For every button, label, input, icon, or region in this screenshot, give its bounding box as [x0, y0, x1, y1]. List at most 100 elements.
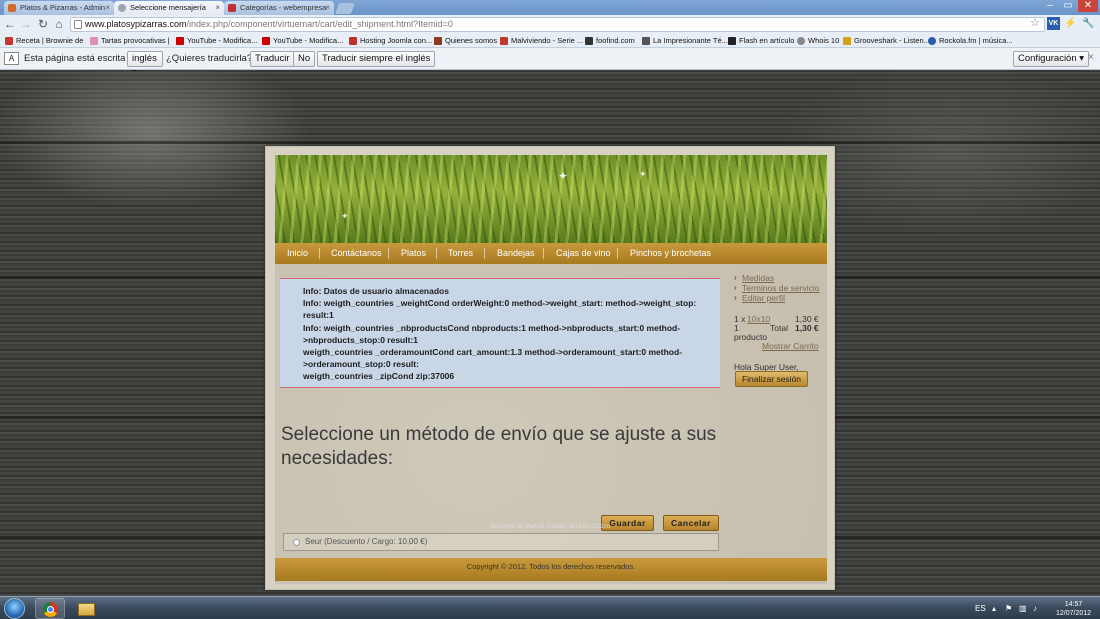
- header-banner: ✦ ✦ ✦: [275, 155, 827, 243]
- tab-platos-admin[interactable]: Platos & Pizarras - Admin ×: [4, 1, 114, 15]
- bookmark-item[interactable]: Hosting Joomla con...: [349, 36, 432, 46]
- shipping-option-label: Seur (Descuento / Cargo: 10,00 €): [305, 537, 428, 546]
- info-line: weigth_countries _orderamountCond cart_a…: [303, 347, 683, 358]
- no-translate-button[interactable]: No: [293, 51, 316, 67]
- bookmark-item[interactable]: Rockola.fm | música...: [928, 36, 1013, 46]
- vk-extension-icon[interactable]: VK: [1047, 17, 1060, 30]
- clock[interactable]: 14:57 12/07/2012: [1056, 600, 1091, 618]
- bookmark-star-icon[interactable]: ☆: [1030, 16, 1040, 29]
- wrench-icon[interactable]: 🔧: [1082, 17, 1095, 30]
- bookmark-item[interactable]: La Impresionante Té...: [642, 36, 728, 46]
- cart-item-link[interactable]: 10x10: [747, 314, 770, 324]
- nav-torres[interactable]: Torres: [448, 248, 473, 258]
- config-button[interactable]: Configuración ▾: [1013, 51, 1090, 67]
- bookmark-item[interactable]: foofind.com: [585, 36, 635, 46]
- nav-divider: [319, 248, 320, 259]
- explorer-taskbar-button[interactable]: [70, 598, 100, 619]
- favicon-icon: [118, 4, 126, 12]
- shipping-option[interactable]: Seur (Descuento / Cargo: 10,00 €): [283, 533, 719, 551]
- back-arrow-icon[interactable]: ←: [3, 17, 17, 31]
- language-indicator[interactable]: ES: [975, 604, 986, 613]
- close-translate-icon[interactable]: ×: [1088, 52, 1094, 63]
- clock-time: 14:57: [1064, 601, 1083, 608]
- info-line: Info: weigth_countries _nbproductsCond n…: [303, 322, 681, 333]
- bookmark-favicon-icon: [585, 37, 593, 45]
- browser-tab-strip: Platos & Pizarras - Admin × Seleccione m…: [0, 0, 1100, 15]
- bookmark-item[interactable]: Tartas provocativas |: [90, 36, 170, 46]
- folder-icon: [78, 603, 95, 616]
- youtube-icon: [176, 37, 184, 45]
- chrome-taskbar-button[interactable]: [35, 598, 65, 619]
- browser-toolbar: ← → ↻ ⌂ www.platosypizarras.com/index.ph…: [0, 15, 1100, 34]
- close-tab-icon[interactable]: ×: [325, 1, 330, 14]
- taskbar: ES ▴ ⚑ ▥ ♪ 14:57 12/07/2012: [0, 596, 1100, 619]
- reload-icon[interactable]: ↻: [36, 17, 50, 31]
- chevron-right-icon: ›: [734, 273, 737, 282]
- bookmark-favicon-icon: [642, 37, 650, 45]
- logout-button[interactable]: Finalizar sesión: [735, 371, 808, 387]
- bookmark-item[interactable]: Quienes somos: [434, 36, 497, 46]
- bookmark-item[interactable]: YouTube - Modifica...: [262, 36, 343, 46]
- chrome-icon-center: [47, 606, 54, 613]
- nav-divider: [543, 248, 544, 259]
- tab-categorias[interactable]: Categorías - webempresa ×: [224, 1, 334, 15]
- tab-label: Seleccione mensajería: [130, 3, 206, 12]
- shipping-radio[interactable]: [293, 539, 300, 546]
- maximize-button[interactable]: ▭: [1060, 0, 1076, 12]
- bookmark-favicon-icon: [5, 37, 13, 45]
- bookmarks-bar: Receta | Brownie de Tartas provocativas …: [0, 34, 1100, 48]
- address-bar[interactable]: www.platosypizarras.com/index.php/compon…: [70, 17, 1045, 32]
- nav-inicio[interactable]: Inicio: [287, 248, 308, 258]
- tray-expand-icon[interactable]: ▴: [992, 604, 996, 613]
- show-cart-link[interactable]: Mostrar Carrito: [762, 341, 819, 351]
- chevron-right-icon: ›: [734, 283, 737, 292]
- bookmark-item[interactable]: Grooveshark - Listen...: [843, 36, 930, 46]
- network-icon[interactable]: ▥: [1019, 604, 1027, 613]
- url-host: www.platosypizarras.com: [85, 19, 187, 29]
- bookmark-item[interactable]: YouTube - Modifica...: [176, 36, 257, 46]
- new-tab-button[interactable]: [334, 3, 356, 14]
- start-button[interactable]: [4, 598, 25, 619]
- nav-divider: [436, 248, 437, 259]
- tab-label: Categorías - webempresa: [240, 3, 327, 12]
- nav-cajas-de-vino[interactable]: Cajas de vino: [556, 248, 611, 258]
- bookmark-favicon-icon: [928, 37, 936, 45]
- bookmark-item[interactable]: Flash en artículo: [728, 36, 794, 46]
- close-tab-icon[interactable]: ×: [105, 1, 110, 14]
- sparkle-icon: ✦: [639, 169, 647, 179]
- bookmark-item[interactable]: Malviviendo - Serie ...: [500, 36, 583, 46]
- info-line: Info: Datos de usuario almacenados: [303, 286, 449, 296]
- lightning-extension-icon[interactable]: ⚡: [1064, 17, 1077, 30]
- bookmark-item[interactable]: Receta | Brownie de: [5, 36, 83, 46]
- volume-icon[interactable]: ♪: [1033, 604, 1037, 613]
- bookmark-item[interactable]: Whois 10: [797, 36, 839, 46]
- youtube-icon: [262, 37, 270, 45]
- nav-contactanos[interactable]: Contáctanos: [331, 248, 382, 258]
- tab-label: Platos & Pizarras - Admin: [20, 3, 106, 12]
- link-editar-perfil[interactable]: › Editar perfil: [734, 293, 785, 303]
- cart-total: 1,30 €: [795, 323, 819, 333]
- info-line: >nbproducts_stop:0 result:1: [303, 334, 419, 345]
- chrome-icon: [43, 602, 58, 617]
- dropdown-arrow-icon: ▾: [1079, 53, 1085, 64]
- always-translate-button[interactable]: Traducir siempre el inglés: [317, 51, 436, 67]
- close-tab-icon[interactable]: ×: [215, 1, 220, 14]
- action-center-icon[interactable]: ⚑: [1005, 604, 1012, 613]
- nav-pinchos[interactable]: Pinchos y brochetas: [630, 248, 711, 258]
- close-window-button[interactable]: ✕: [1078, 0, 1098, 12]
- link-terminos[interactable]: › Terminos de servicio: [734, 283, 819, 293]
- link-medidas[interactable]: › Medidas: [734, 273, 774, 283]
- language-select[interactable]: inglés ▾: [127, 51, 163, 78]
- nav-bandejas[interactable]: Bandejas: [497, 248, 535, 258]
- translate-button[interactable]: Traducir: [250, 51, 295, 67]
- minimize-button[interactable]: –: [1042, 0, 1058, 12]
- bookmark-favicon-icon: [500, 37, 508, 45]
- nav-platos[interactable]: Platos: [401, 248, 426, 258]
- home-icon[interactable]: ⌂: [52, 17, 66, 31]
- nav-divider: [617, 248, 618, 259]
- favicon-icon: [228, 4, 236, 12]
- tab-seleccione-mensajeria[interactable]: Seleccione mensajería ×: [114, 1, 224, 15]
- forward-arrow-icon[interactable]: →: [19, 17, 33, 31]
- translate-prompt: Esta página está escrita en: [24, 53, 139, 64]
- info-line: >orderamount_stop:0 result:: [303, 359, 419, 370]
